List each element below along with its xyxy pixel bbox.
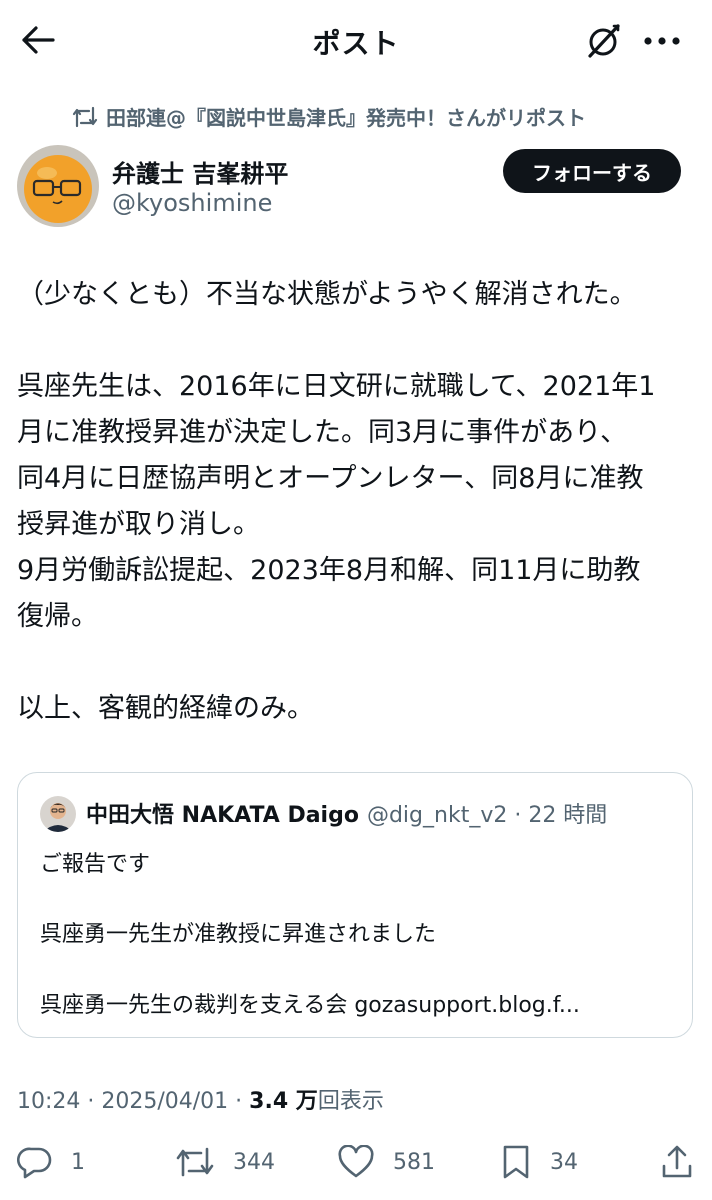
- reply-count: 1: [71, 1149, 85, 1175]
- quoted-post-card[interactable]: 中田大悟 NAKATA Daigo @dig_nkt_v2 · 22 時間 ご報…: [17, 772, 693, 1038]
- post-text: （少なくとも）不当な状態がようやく解消された。 呉座先生は、2016年に日文研に…: [17, 272, 697, 732]
- repost-indicator[interactable]: 田部連@『図説中世島津氏』発売中！さんがリポスト: [72, 102, 586, 131]
- view-count: 3.4 万: [249, 1089, 318, 1114]
- post-line: 復帰。: [17, 601, 98, 632]
- author-handle[interactable]: @kyoshimine: [112, 189, 272, 217]
- heart-icon: [338, 1145, 374, 1178]
- like-button[interactable]: 581: [337, 1140, 435, 1184]
- post-line: 呉座先生は、2016年に日文研に就職して、2021年1: [17, 371, 656, 402]
- quoted-avatar-image: [40, 796, 76, 832]
- bookmark-icon: [503, 1145, 529, 1179]
- author-display-name[interactable]: 弁護士 吉峯耕平: [112, 154, 288, 189]
- post-line: 授昇進が取り消し。: [17, 509, 260, 540]
- quoted-post-line: 呉座勇一先生が准教授に昇進されました: [40, 922, 437, 947]
- repost-icon: [72, 106, 98, 127]
- bookmark-count: 34: [550, 1149, 578, 1175]
- post-timestamp: 10:24 · 2025/04/01 ·: [17, 1089, 250, 1114]
- quoted-author-meta: @dig_nkt_v2 · 22 時間: [366, 803, 608, 828]
- bookmark-button[interactable]: 34: [500, 1140, 578, 1184]
- post-meta: 10:24 · 2025/04/01 · 3.4 万回表示: [17, 1083, 384, 1115]
- repost-action-icon: [176, 1147, 214, 1177]
- share-icon: [662, 1145, 692, 1178]
- reply-icon: [17, 1147, 52, 1179]
- post-line: 9月労働訴訟提起、2023年8月和解、同11月に助教: [17, 555, 641, 586]
- follow-button[interactable]: フォローする: [503, 149, 681, 193]
- quoted-post-line: ご報告です: [40, 852, 151, 877]
- top-bar: ポスト: [0, 0, 712, 80]
- grok-icon: [588, 24, 620, 58]
- quoted-author-name[interactable]: 中田大悟 NAKATA Daigo: [86, 797, 359, 829]
- like-count: 581: [393, 1149, 435, 1175]
- repost-button[interactable]: 344: [175, 1140, 275, 1184]
- more-options-button[interactable]: [636, 18, 688, 64]
- quoted-post-header: 中田大悟 NAKATA Daigo @dig_nkt_v2 · 22 時間: [86, 797, 607, 829]
- view-label: 回表示: [317, 1089, 384, 1114]
- author-avatar[interactable]: [17, 145, 99, 227]
- quoted-post-line: 呉座勇一先生の裁判を支える会 gozasupport.blog.f...: [40, 993, 580, 1018]
- reply-button[interactable]: 1: [17, 1140, 85, 1184]
- avatar-image: [17, 145, 99, 227]
- post-line: 以上、客観的経緯のみ。: [17, 693, 314, 724]
- share-button[interactable]: [660, 1140, 694, 1184]
- quoted-author-avatar[interactable]: [40, 796, 76, 832]
- post-line: （少なくとも）不当な状態がようやく解消された。: [17, 279, 637, 310]
- grok-button[interactable]: [580, 18, 626, 64]
- repost-count: 344: [233, 1149, 275, 1175]
- post-line: 月に准教授昇進が決定した。同3月に事件があり、: [17, 417, 628, 448]
- repost-text: 田部連@『図説中世島津氏』発売中！さんがリポスト: [106, 106, 586, 130]
- post-line: 同4月に日歴協声明とオープンレター、同8月に准教: [17, 463, 644, 494]
- more-dots-icon: [644, 37, 680, 45]
